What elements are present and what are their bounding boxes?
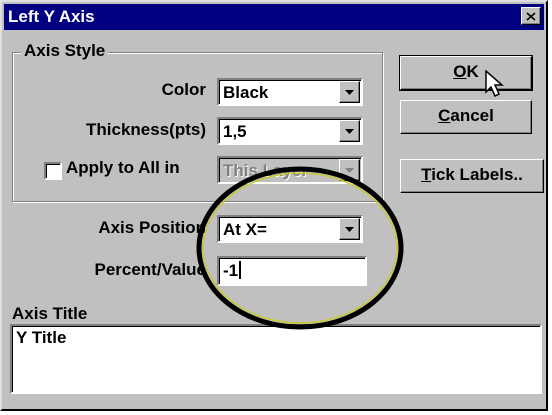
axis-position-value: At X= bbox=[223, 220, 267, 239]
axis-title-value: Y Title bbox=[16, 328, 67, 347]
tick-labels-label-rest: ick Labels.. bbox=[431, 165, 523, 184]
dropdown-arrow-icon bbox=[345, 226, 354, 232]
apply-all-checkbox[interactable] bbox=[44, 162, 62, 180]
apply-layer-select[interactable]: This Layer bbox=[217, 156, 363, 184]
apply-layer-dropdown-button[interactable] bbox=[339, 159, 360, 181]
ok-label-rest: K bbox=[466, 62, 479, 81]
dialog-window: Left Y Axis Axis Style Color Black Thick… bbox=[0, 0, 548, 411]
apply-all-label[interactable]: Apply to All in bbox=[66, 158, 180, 178]
close-icon bbox=[526, 11, 536, 21]
axis-style-legend: Axis Style bbox=[21, 41, 109, 61]
text-caret bbox=[239, 261, 242, 279]
color-dropdown-button[interactable] bbox=[339, 81, 360, 103]
axis-position-select[interactable]: At X= bbox=[217, 215, 363, 243]
color-value: Black bbox=[223, 83, 269, 102]
title-bar[interactable]: Left Y Axis bbox=[4, 4, 544, 30]
thickness-dropdown-button[interactable] bbox=[339, 120, 360, 142]
ok-button[interactable]: OK bbox=[399, 55, 533, 91]
axis-position-label: Axis Position bbox=[98, 218, 206, 237]
cancel-button[interactable]: Cancel bbox=[400, 100, 532, 134]
ok-mnemonic: O bbox=[453, 62, 467, 81]
color-label: Color bbox=[161, 80, 206, 99]
color-select[interactable]: Black bbox=[217, 78, 363, 106]
thickness-value: 1,5 bbox=[223, 122, 247, 141]
apply-layer-value: This Layer bbox=[223, 161, 309, 180]
percent-value-label: Percent/Value bbox=[94, 260, 206, 279]
axis-title-textarea[interactable]: Y Title bbox=[10, 324, 542, 394]
window-title: Left Y Axis bbox=[8, 7, 95, 26]
axis-title-label: Axis Title bbox=[12, 304, 88, 323]
percent-value-input[interactable]: -1 bbox=[217, 256, 367, 286]
dropdown-arrow-icon bbox=[345, 89, 354, 95]
axis-position-dropdown-button[interactable] bbox=[339, 218, 360, 240]
thickness-select[interactable]: 1,5 bbox=[217, 117, 363, 145]
dropdown-arrow-icon bbox=[345, 128, 354, 134]
cancel-label-rest: ancel bbox=[450, 106, 494, 125]
tick-labels-button[interactable]: Tick Labels.. bbox=[400, 159, 544, 193]
tick-labels-mnemonic: T bbox=[421, 165, 432, 184]
close-button[interactable] bbox=[521, 7, 541, 25]
percent-value-text: -1 bbox=[223, 261, 239, 280]
dropdown-arrow-icon bbox=[345, 167, 354, 173]
thickness-label: Thickness(pts) bbox=[86, 120, 206, 139]
cancel-mnemonic: C bbox=[438, 106, 451, 125]
